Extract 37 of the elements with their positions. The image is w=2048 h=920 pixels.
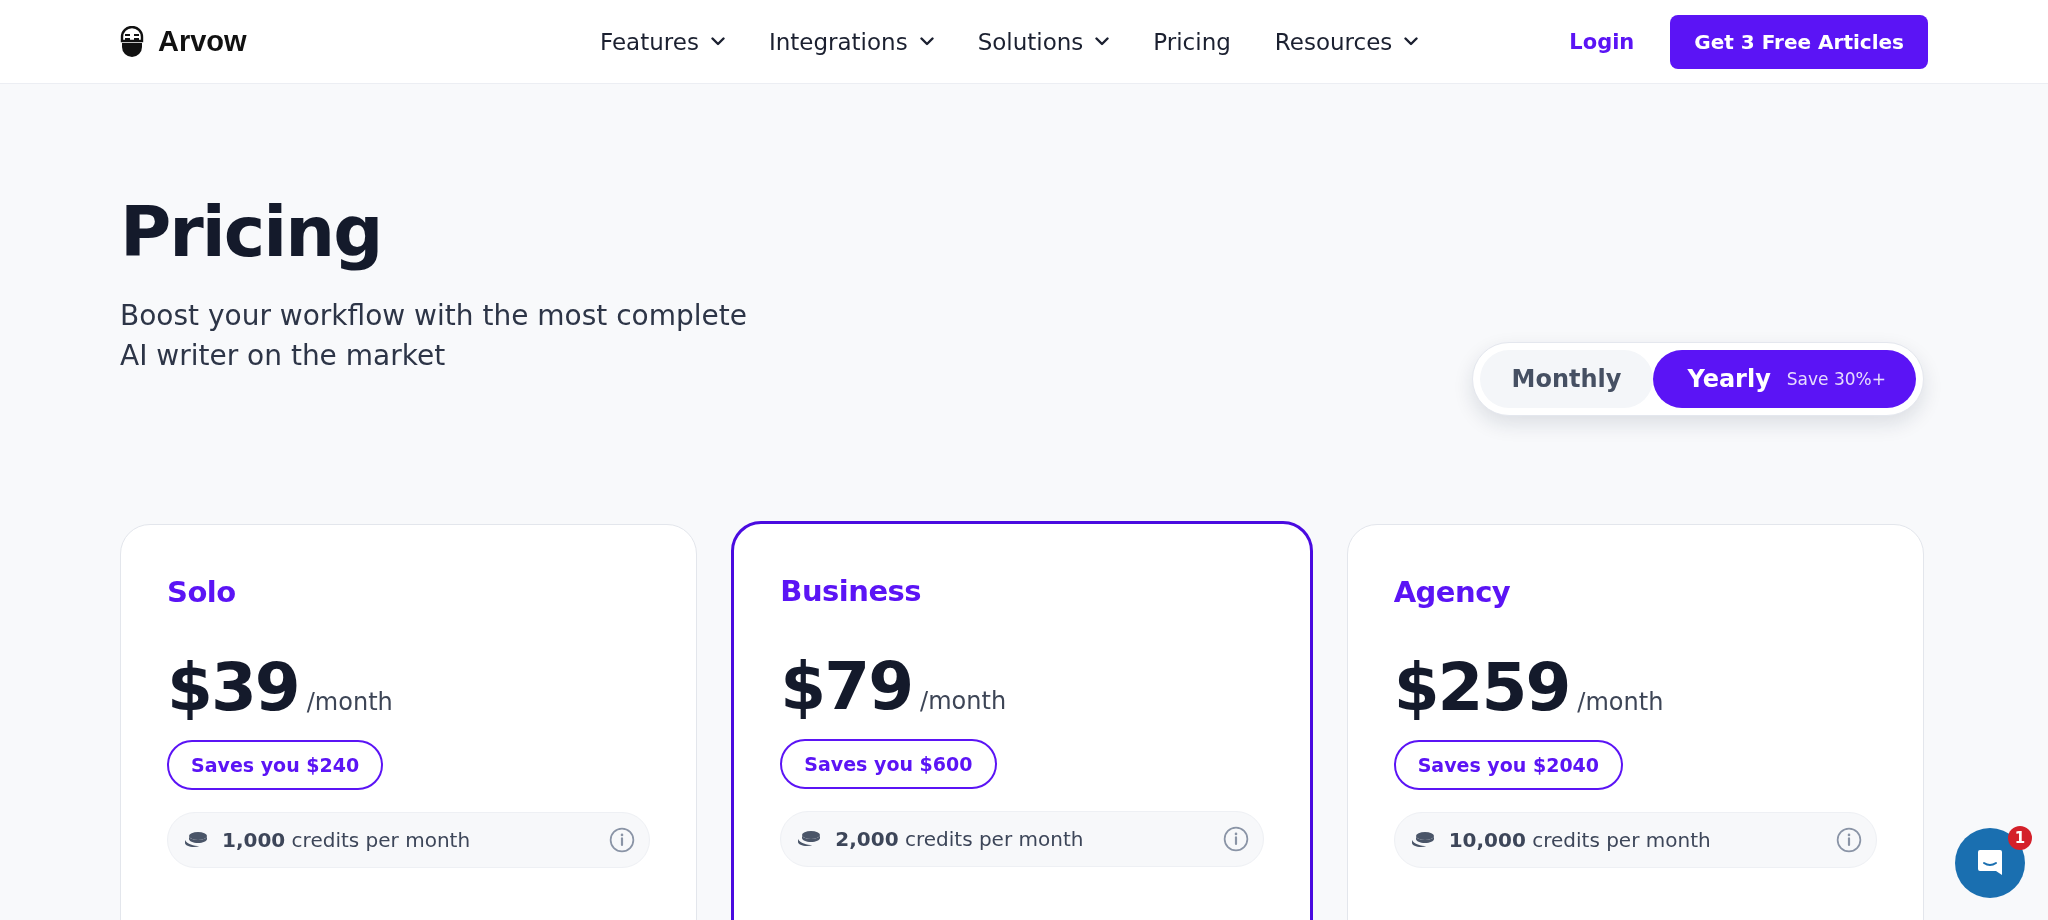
nav-link[interactable]: Features [600, 28, 725, 55]
subtitle-line: Boost your workflow with the most complete [120, 298, 747, 334]
login-link[interactable]: Login [1569, 29, 1635, 54]
nav-link[interactable]: Solutions [977, 28, 1110, 55]
credits-text: 10,000 credits per month [1448, 828, 1712, 852]
info-icon[interactable] [1222, 826, 1249, 852]
plan-price: $259 [1393, 649, 1570, 726]
price-period: /month [920, 687, 1007, 715]
logo-icon [120, 25, 144, 58]
chat-icon [1976, 848, 2004, 878]
plan-price: $79 [780, 648, 913, 725]
free-articles-button[interactable]: Get 3 Free Articles [1670, 14, 1928, 69]
plan-name: Solo [167, 575, 237, 609]
coins-icon [797, 830, 822, 848]
plan-price: $39 [167, 649, 299, 726]
credits-text: 2,000 credits per month [835, 827, 1085, 851]
brand-name: Arvow [158, 25, 247, 58]
savings-badge: Saves you $600 [780, 739, 997, 789]
plan-name: Business [780, 574, 923, 608]
notification-badge: 1 [2008, 826, 2032, 850]
savings-badge: Saves you $240 [167, 740, 384, 790]
coins-icon [1410, 831, 1435, 849]
savings-badge: Saves you $2040 [1393, 740, 1624, 790]
price-period: /month [306, 688, 393, 716]
credits-text: 1,000 credits per month [222, 828, 472, 852]
billing-option[interactable]: Yearly Save 30%+ [1653, 350, 1916, 408]
nav-link[interactable]: Pricing [1153, 28, 1231, 55]
page-title: Pricing [120, 190, 383, 274]
price-period: /month [1577, 688, 1664, 716]
subtitle-line: AI writer on the market [120, 338, 447, 374]
plan-name: Agency [1393, 575, 1512, 609]
nav-link[interactable]: Resources [1274, 28, 1419, 55]
info-icon[interactable] [1836, 827, 1862, 853]
info-icon[interactable] [609, 827, 636, 853]
nav-link[interactable]: Integrations [768, 28, 934, 55]
billing-option[interactable]: Monthly [1479, 350, 1654, 408]
coins-icon [184, 831, 208, 849]
